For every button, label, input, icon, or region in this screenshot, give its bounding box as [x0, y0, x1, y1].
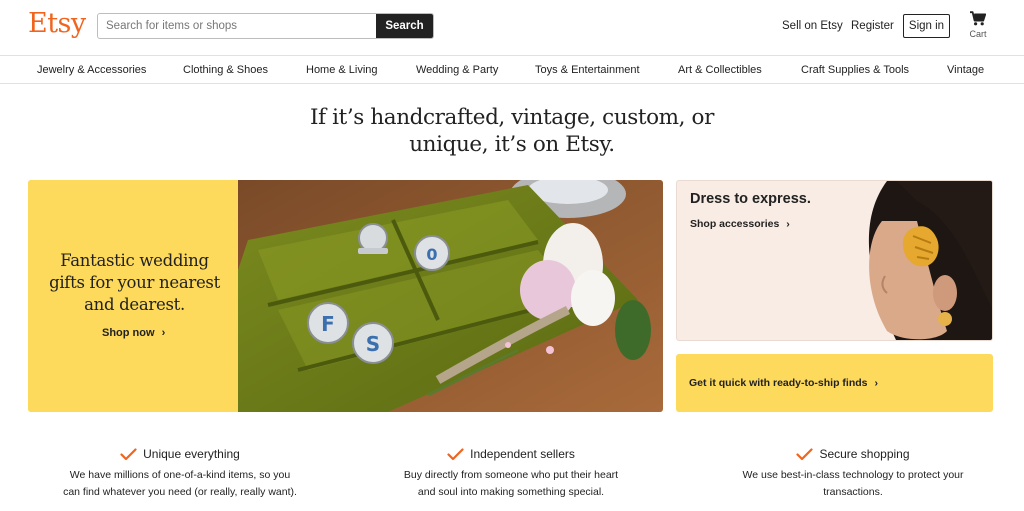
site-header: Etsy Search Sell on Etsy Register Sign i…	[0, 0, 1024, 56]
feature-unique-everything: Unique everything We have millions of on…	[30, 444, 330, 501]
hero-heading-line-1: If it’s handcrafted, vintage, custom, or	[310, 105, 714, 130]
nav-jewelry-accessories[interactable]: Jewelry & Accessories	[37, 64, 146, 76]
chevron-right-icon: ›	[874, 377, 878, 389]
register-link[interactable]: Register	[851, 20, 894, 32]
search-bar: Search	[97, 13, 434, 39]
shop-now-link[interactable]: Shop now ›	[102, 327, 165, 339]
feature-independent-sellers: Independent sellers Buy directly from so…	[361, 444, 661, 501]
woman-hair-clip-photo-icon	[827, 181, 992, 340]
banner-heading: Fantastic wedding gifts for your nearest…	[49, 251, 220, 314]
shop-now-label: Shop now	[102, 327, 155, 339]
cart-button[interactable]: Cart	[966, 11, 990, 39]
nav-home-living[interactable]: Home & Living	[306, 64, 378, 76]
hero-heading-line-2: unique, it’s on Etsy.	[409, 132, 615, 157]
feature-description: We have millions of one-of-a-kind items,…	[63, 469, 297, 498]
feature-description: We use best-in-class technology to prote…	[742, 469, 964, 498]
sell-on-etsy-link[interactable]: Sell on Etsy	[782, 20, 843, 32]
ready-to-ship-label: Get it quick with ready-to-ship finds	[689, 377, 868, 389]
search-input[interactable]	[98, 14, 378, 38]
checkmark-icon	[447, 447, 464, 460]
shop-accessories-label: Shop accessories	[690, 218, 780, 230]
dress-to-express-card[interactable]: Dress to express. Shop accessories ›	[676, 180, 993, 341]
feature-title: Independent sellers	[470, 447, 575, 461]
ready-to-ship-card[interactable]: Get it quick with ready-to-ship finds ›	[676, 354, 993, 412]
shop-accessories-link[interactable]: Shop accessories ›	[690, 218, 790, 230]
category-nav: Jewelry & Accessories Clothing & Shoes H…	[0, 55, 1024, 84]
chevron-right-icon: ›	[786, 218, 790, 230]
cufflinks-photo-icon: 0 F S	[238, 180, 663, 412]
sign-in-button[interactable]: Sign in	[903, 14, 950, 38]
checkmark-icon	[796, 447, 814, 460]
wedding-gifts-banner[interactable]: Fantastic wedding gifts for your nearest…	[28, 180, 663, 412]
banner-text-panel: Fantastic wedding gifts for your nearest…	[28, 180, 238, 412]
chevron-right-icon: ›	[161, 327, 166, 339]
feature-title: Secure shopping	[819, 447, 910, 461]
nav-vintage[interactable]: Vintage	[947, 64, 984, 76]
feature-description: Buy directly from someone who put their …	[403, 469, 619, 498]
svg-text:F: F	[321, 312, 335, 336]
etsy-logo[interactable]: Etsy	[28, 8, 86, 39]
feature-title: Unique everything	[143, 447, 240, 461]
dress-card-title: Dress to express.	[690, 191, 811, 207]
nav-clothing-shoes[interactable]: Clothing & Shoes	[183, 64, 268, 76]
svg-text:S: S	[366, 332, 380, 356]
feature-secure-shopping: Secure shopping We use best-in-class tec…	[703, 444, 1003, 501]
cart-label: Cart	[969, 29, 987, 39]
checkmark-icon	[120, 447, 137, 460]
hero-heading: If it’s handcrafted, vintage, custom, or…	[0, 104, 1024, 158]
nav-art-collectibles[interactable]: Art & Collectibles	[678, 64, 762, 76]
ready-to-ship-link[interactable]: Get it quick with ready-to-ship finds ›	[689, 377, 878, 389]
search-button[interactable]: Search	[376, 14, 433, 38]
svg-text:0: 0	[426, 245, 437, 264]
nav-craft-supplies-tools[interactable]: Craft Supplies & Tools	[801, 64, 909, 76]
nav-wedding-party[interactable]: Wedding & Party	[416, 64, 498, 76]
cart-icon	[970, 11, 986, 26]
nav-toys-entertainment[interactable]: Toys & Entertainment	[535, 64, 640, 76]
